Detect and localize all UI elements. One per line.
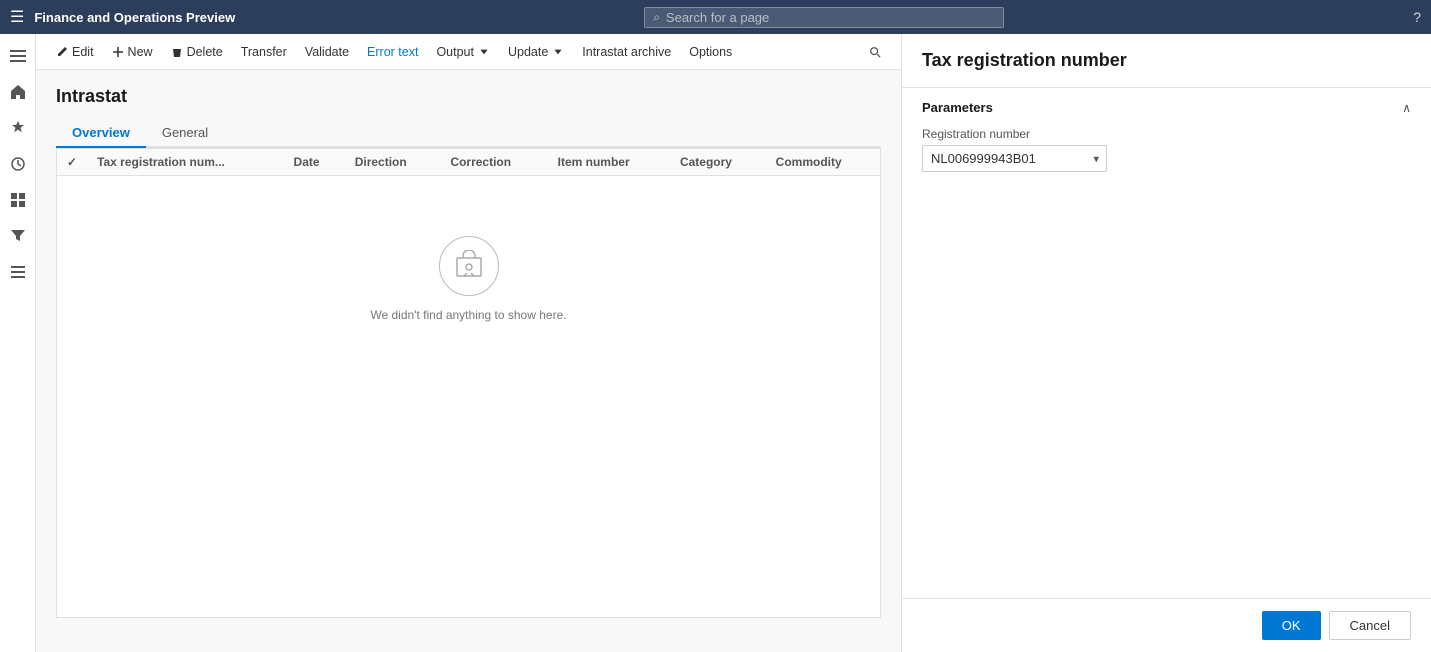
favorites-icon[interactable] (2, 112, 34, 144)
tabs: Overview General (56, 119, 881, 148)
empty-state: We didn't find anything to show here. (57, 176, 880, 382)
right-panel-footer: OK Cancel (902, 598, 1431, 652)
section-header[interactable]: Parameters ∧ (922, 100, 1411, 115)
help-icon[interactable]: ? (1413, 9, 1421, 25)
empty-state-message: We didn't find anything to show here. (370, 308, 566, 322)
options-button[interactable]: Options (681, 41, 740, 63)
new-button[interactable]: New (104, 41, 161, 63)
search-input[interactable] (666, 10, 995, 25)
column-correction[interactable]: Correction (440, 149, 547, 176)
content-area: Edit New Delete Transfer Validate Erro (36, 34, 901, 652)
column-item-number[interactable]: Item number (548, 149, 670, 176)
registration-number-select-wrapper: NL006999943B01 (922, 145, 1107, 172)
search-icon: ⌕ (653, 10, 660, 25)
tab-general[interactable]: General (146, 119, 224, 148)
home-icon[interactable] (2, 76, 34, 108)
intrastat-archive-button[interactable]: Intrastat archive (574, 41, 679, 63)
ok-button[interactable]: OK (1262, 611, 1321, 640)
app-title: Finance and Operations Preview (34, 10, 235, 25)
section-title: Parameters (922, 100, 993, 115)
empty-state-icon (439, 236, 499, 296)
top-bar: ☰ Finance and Operations Preview ⌕ ? (0, 0, 1431, 34)
column-direction[interactable]: Direction (345, 149, 441, 176)
update-button[interactable]: Update (500, 41, 572, 63)
tab-overview[interactable]: Overview (56, 119, 146, 148)
validate-button[interactable]: Validate (297, 41, 357, 63)
column-commodity[interactable]: Commodity (766, 149, 880, 176)
chevron-up-icon: ∧ (1402, 101, 1411, 115)
action-bar: Edit New Delete Transfer Validate Erro (36, 34, 901, 70)
column-check[interactable]: ✓ (57, 149, 87, 176)
column-date[interactable]: Date (284, 149, 345, 176)
delete-button[interactable]: Delete (163, 41, 231, 63)
output-button[interactable]: Output (428, 41, 498, 63)
list-icon[interactable] (2, 256, 34, 288)
data-table-container: ✓ Tax registration num... Date Direction… (56, 148, 881, 618)
page-content: Intrastat Overview General ✓ (36, 70, 901, 652)
column-category[interactable]: Category (670, 149, 766, 176)
data-table: ✓ Tax registration num... Date Direction… (57, 149, 880, 382)
page-title: Intrastat (56, 86, 881, 107)
hamburger-menu-icon[interactable] (2, 40, 34, 72)
action-search-button[interactable] (861, 42, 889, 62)
error-text-button[interactable]: Error text (359, 41, 426, 63)
registration-number-group: Registration number NL006999943B01 (922, 127, 1411, 172)
sidebar (0, 34, 36, 652)
edit-button[interactable]: Edit (48, 41, 102, 63)
recent-icon[interactable] (2, 148, 34, 180)
cancel-button[interactable]: Cancel (1329, 611, 1411, 640)
right-panel: Tax registration number Parameters ∧ Reg… (901, 34, 1431, 652)
right-panel-title: Tax registration number (922, 50, 1411, 71)
registration-number-label: Registration number (922, 127, 1411, 141)
filter-icon[interactable] (2, 220, 34, 252)
column-tax-reg[interactable]: Tax registration num... (87, 149, 283, 176)
parameters-section: Parameters ∧ Registration number NL00699… (902, 87, 1431, 196)
workspaces-icon[interactable] (2, 184, 34, 216)
hamburger-icon[interactable]: ☰ (10, 7, 24, 27)
global-search[interactable]: ⌕ (644, 7, 1004, 28)
transfer-button[interactable]: Transfer (233, 41, 295, 63)
right-panel-header: Tax registration number (902, 34, 1431, 87)
registration-number-select[interactable]: NL006999943B01 (922, 145, 1107, 172)
